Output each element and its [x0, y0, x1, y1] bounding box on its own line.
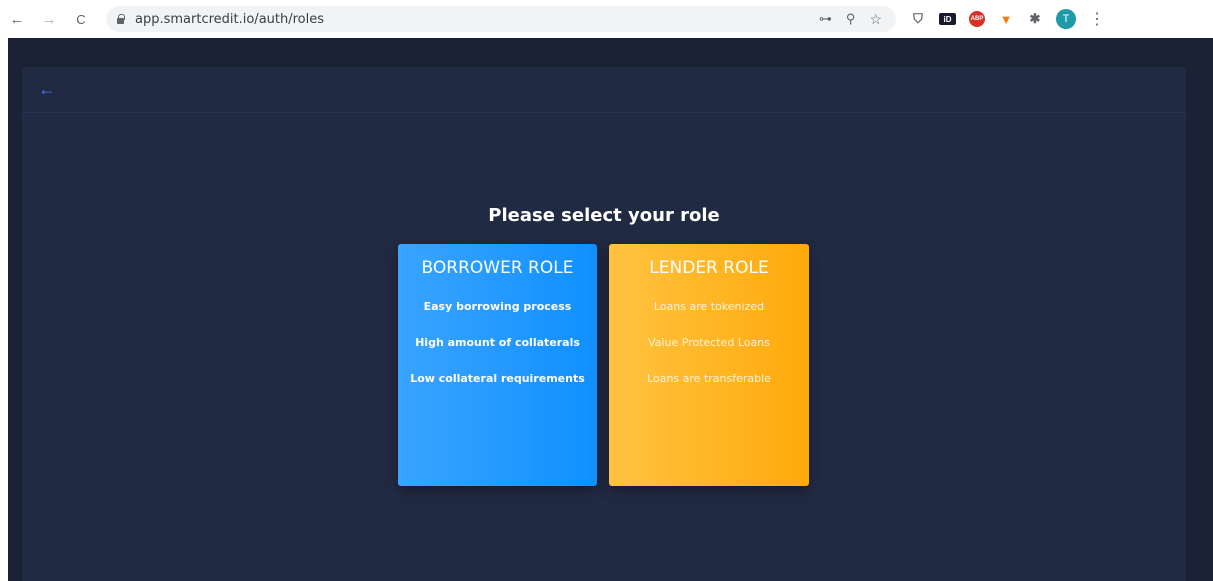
reload-icon[interactable]: C [70, 8, 92, 30]
url-text[interactable]: app.smartcredit.io/auth/roles [135, 12, 324, 27]
role-feature: Value Protected Loans [648, 336, 770, 349]
role-feature: Loans are tokenized [653, 300, 765, 313]
roles-panel: ← Please select your role BORROWER ROLE … [22, 67, 1186, 581]
role-feature: Easy borrowing process [423, 300, 572, 313]
role-card-title: BORROWER ROLE [421, 258, 574, 278]
extensions-puzzle-icon[interactable]: ✱ [1027, 11, 1043, 27]
role-cards: BORROWER ROLE Easy borrowing process Hig… [398, 244, 809, 486]
borrower-role-card[interactable]: BORROWER ROLE Easy borrowing process Hig… [398, 244, 597, 486]
bookmark-star-icon[interactable]: ☆ [869, 11, 882, 28]
back-icon[interactable]: ← [6, 8, 28, 30]
address-bar[interactable]: app.smartcredit.io/auth/roles ⊶ ⚲ ☆ [106, 6, 896, 32]
adblock-extension-icon[interactable]: ABP [969, 11, 985, 27]
lock-icon[interactable] [116, 14, 125, 24]
key-icon[interactable]: ⊶ [819, 11, 832, 27]
role-card-title: LENDER ROLE [649, 258, 769, 278]
back-arrow-icon[interactable]: ← [38, 79, 56, 100]
profile-avatar[interactable]: T [1056, 9, 1076, 29]
panel-header: ← [22, 67, 1186, 113]
zoom-icon[interactable]: ⚲ [846, 11, 856, 27]
metamask-extension-icon[interactable]: ▼ [998, 11, 1014, 27]
browser-toolbar: ← → C app.smartcredit.io/auth/roles ⊶ ⚲ … [0, 0, 1213, 38]
id-extension-icon[interactable]: iD [939, 13, 956, 25]
forward-icon[interactable]: → [38, 8, 60, 30]
role-feature: High amount of collaterals [415, 336, 580, 349]
browser-menu-icon[interactable]: ⋮ [1089, 9, 1105, 29]
page-title: Please select your role [488, 205, 720, 226]
shield-extension-icon[interactable]: ⛉ [910, 11, 926, 27]
lender-role-card[interactable]: LENDER ROLE Loans are tokenized Value Pr… [609, 244, 809, 486]
app-viewport: ← Please select your role BORROWER ROLE … [8, 38, 1213, 581]
role-feature: Loans are transferable [647, 372, 771, 385]
role-feature: Low collateral requirements [410, 372, 585, 385]
